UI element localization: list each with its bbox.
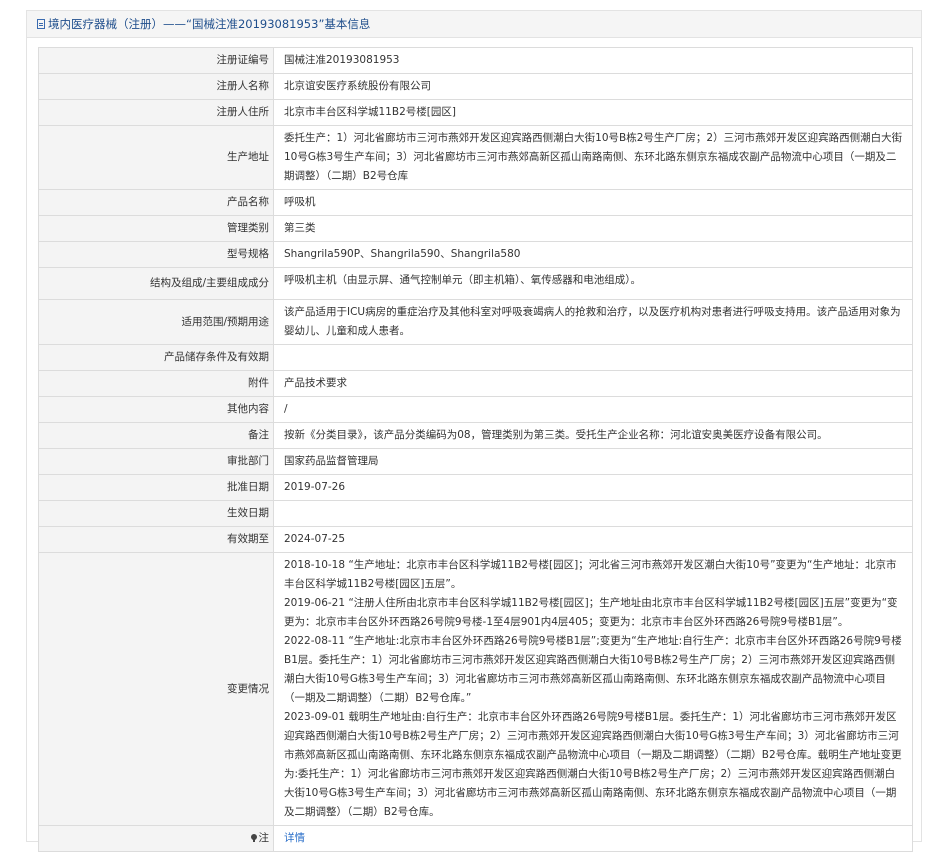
row-label: 注册证编号 bbox=[38, 47, 274, 74]
row-value: 产品技术要求 bbox=[273, 370, 913, 397]
row-value: 按新《分类目录》，该产品分类编码为08，管理类别为第三类。受托生产企业名称：河北… bbox=[273, 422, 913, 449]
note-label: 注 bbox=[258, 832, 270, 844]
row-value bbox=[273, 500, 913, 527]
row-label: 产品储存条件及有效期 bbox=[38, 344, 274, 371]
row-value: 2024-07-25 bbox=[273, 526, 913, 553]
note-value: 详情 bbox=[273, 825, 913, 852]
table-row: 附件 产品技术要求 bbox=[38, 370, 913, 397]
table-row: 备注 按新《分类目录》，该产品分类编码为08，管理类别为第三类。受托生产企业名称… bbox=[38, 422, 913, 449]
panel-header: 境内医疗器械（注册）——“国械注准20193081953”基本信息 bbox=[27, 11, 921, 38]
change-entry: 2018-10-18 “生产地址：北京市丰台区科学城11B2号楼[园区]；河北省… bbox=[284, 559, 897, 590]
table-row: 结构及组成/主要组成成分 呼吸机主机（由显示屏、通气控制单元（即主机箱）、氧传感… bbox=[38, 267, 913, 300]
changes-label: 变更情况 bbox=[38, 552, 274, 826]
row-value: 北京市丰台区科学城11B2号楼[园区] bbox=[273, 99, 913, 126]
table-row: 注册证编号 国械注准20193081953 bbox=[38, 47, 913, 74]
row-label: 审批部门 bbox=[38, 448, 274, 475]
info-table: 注册证编号 国械注准20193081953 注册人名称 北京谊安医疗系统股份有限… bbox=[38, 47, 913, 852]
table-row: 产品名称 呼吸机 bbox=[38, 189, 913, 216]
change-entry: 2022-08-11 “生产地址:北京市丰台区外环西路26号院9号楼B1层”;变… bbox=[284, 635, 902, 704]
row-value: / bbox=[273, 396, 913, 423]
table-row: 批准日期 2019-07-26 bbox=[38, 474, 913, 501]
table-row: 有效期至 2024-07-25 bbox=[38, 526, 913, 553]
row-value: 北京谊安医疗系统股份有限公司 bbox=[273, 73, 913, 100]
details-link[interactable]: 详情 bbox=[284, 832, 305, 844]
registration-info-panel: 境内医疗器械（注册）——“国械注准20193081953”基本信息 注册证编号 … bbox=[26, 10, 922, 852]
row-value: 该产品适用于ICU病房的重症治疗及其他科室对呼吸衰竭病人的抢救和治疗，以及医疗机… bbox=[273, 299, 913, 345]
table-row: 生效日期 bbox=[38, 500, 913, 527]
row-label: 产品名称 bbox=[38, 189, 274, 216]
table-row: 注册人住所 北京市丰台区科学城11B2号楼[园区] bbox=[38, 99, 913, 126]
row-label: 生产地址 bbox=[38, 125, 274, 190]
row-value: 呼吸机主机（由显示屏、通气控制单元（即主机箱）、氧传感器和电池组成）。 bbox=[273, 267, 913, 300]
row-value: 国家药品监督管理局 bbox=[273, 448, 913, 475]
row-label: 结构及组成/主要组成成分 bbox=[38, 267, 274, 300]
table-row: 管理类别 第三类 bbox=[38, 215, 913, 242]
row-value: 国械注准20193081953 bbox=[273, 47, 913, 74]
row-label: 生效日期 bbox=[38, 500, 274, 527]
page-title: 境内医疗器械（注册）——“国械注准20193081953”基本信息 bbox=[48, 17, 371, 31]
row-value: Shangrila590P、Shangrila590、Shangrila580 bbox=[273, 241, 913, 268]
document-icon bbox=[37, 19, 45, 29]
table-row: 注册人名称 北京谊安医疗系统股份有限公司 bbox=[38, 73, 913, 100]
table-row: 审批部门 国家药品监督管理局 bbox=[38, 448, 913, 475]
table-row: 型号规格 Shangrila590P、Shangrila590、Shangril… bbox=[38, 241, 913, 268]
row-label: 型号规格 bbox=[38, 241, 274, 268]
row-value: 2019-07-26 bbox=[273, 474, 913, 501]
changes-value: 2018-10-18 “生产地址：北京市丰台区科学城11B2号楼[园区]；河北省… bbox=[273, 552, 913, 826]
table-row-changes: 变更情况 2018-10-18 “生产地址：北京市丰台区科学城11B2号楼[园区… bbox=[38, 552, 913, 826]
row-label: 有效期至 bbox=[38, 526, 274, 553]
change-entry: 2019-06-21 “注册人住所由北京市丰台区科学城11B2号楼[园区]；生产… bbox=[284, 597, 898, 628]
note-label-cell: 注 bbox=[38, 825, 274, 852]
row-value: 第三类 bbox=[273, 215, 913, 242]
row-label: 管理类别 bbox=[38, 215, 274, 242]
table-row-note: 注 详情 bbox=[38, 825, 913, 852]
row-label: 其他内容 bbox=[38, 396, 274, 423]
row-label: 批准日期 bbox=[38, 474, 274, 501]
table-row: 产品储存条件及有效期 bbox=[38, 344, 913, 371]
table-row: 生产地址 委托生产：1）河北省廊坊市三河市燕郊开发区迎宾路西侧潮白大街10号B栋… bbox=[38, 125, 913, 190]
row-label: 附件 bbox=[38, 370, 274, 397]
row-label: 适用范围/预期用途 bbox=[38, 299, 274, 345]
pin-icon bbox=[250, 834, 257, 842]
row-value bbox=[273, 344, 913, 371]
row-label: 注册人住所 bbox=[38, 99, 274, 126]
row-label: 备注 bbox=[38, 422, 274, 449]
table-row: 其他内容 / bbox=[38, 396, 913, 423]
row-value: 委托生产：1）河北省廊坊市三河市燕郊开发区迎宾路西侧潮白大街10号B栋2号生产厂… bbox=[273, 125, 913, 190]
row-value: 呼吸机 bbox=[273, 189, 913, 216]
change-entry: 2023-09-01 载明生产地址由:自行生产：北京市丰台区外环西路26号院9号… bbox=[284, 711, 902, 818]
table-row: 适用范围/预期用途 该产品适用于ICU病房的重症治疗及其他科室对呼吸衰竭病人的抢… bbox=[38, 299, 913, 345]
row-label: 注册人名称 bbox=[38, 73, 274, 100]
